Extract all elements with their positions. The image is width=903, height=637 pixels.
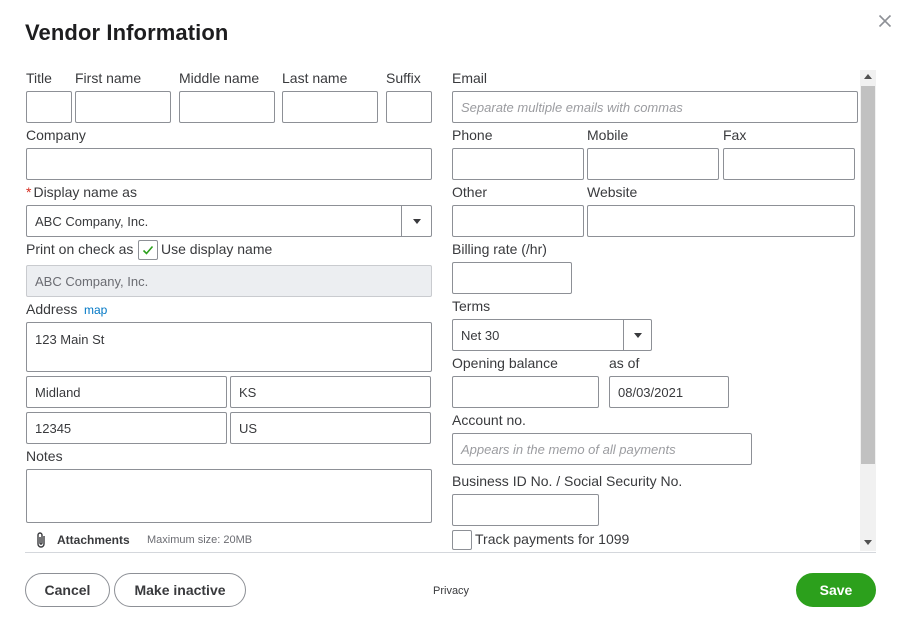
title-input[interactable] bbox=[26, 91, 72, 123]
street-address-input[interactable]: 123 Main St bbox=[26, 322, 432, 372]
map-link[interactable]: map bbox=[84, 303, 107, 317]
terms-value: Net 30 bbox=[461, 327, 500, 343]
track-1099-checkbox[interactable] bbox=[452, 530, 472, 550]
required-marker: * bbox=[26, 184, 32, 200]
dialog-title: Vendor Information bbox=[25, 20, 229, 45]
mobile-label: Mobile bbox=[587, 127, 629, 143]
phone-input[interactable] bbox=[452, 148, 584, 180]
print-on-check-label: Print on check as bbox=[26, 241, 134, 257]
email-input[interactable]: Separate multiple emails with commas bbox=[452, 91, 858, 123]
paperclip-icon[interactable] bbox=[35, 531, 47, 549]
chevron-down-icon[interactable] bbox=[401, 206, 431, 236]
as-of-date-input[interactable]: 08/03/2021 bbox=[609, 376, 729, 408]
account-no-input[interactable]: Appears in the memo of all payments bbox=[452, 433, 752, 465]
address-label: Address bbox=[26, 301, 78, 317]
billing-rate-input[interactable] bbox=[452, 262, 572, 294]
cancel-button[interactable]: Cancel bbox=[25, 573, 110, 607]
first-name-label: First name bbox=[75, 70, 142, 86]
other-input[interactable] bbox=[452, 205, 584, 237]
attachments-label[interactable]: Attachments bbox=[57, 533, 130, 547]
other-label: Other bbox=[452, 184, 488, 200]
email-label: Email bbox=[452, 70, 488, 86]
make-inactive-button[interactable]: Make inactive bbox=[114, 573, 246, 607]
state-input[interactable]: KS bbox=[230, 376, 431, 408]
footer-divider bbox=[25, 552, 876, 553]
terms-label: Terms bbox=[452, 298, 491, 314]
opening-balance-label: Opening balance bbox=[452, 355, 558, 371]
close-icon[interactable] bbox=[873, 9, 897, 33]
suffix-input[interactable] bbox=[386, 91, 432, 123]
business-id-input[interactable] bbox=[452, 494, 599, 526]
privacy-link[interactable]: Privacy bbox=[433, 585, 469, 597]
last-name-input[interactable] bbox=[282, 91, 378, 123]
fax-input[interactable] bbox=[723, 148, 855, 180]
country-input[interactable]: US bbox=[230, 412, 431, 444]
fax-label: Fax bbox=[723, 127, 747, 143]
use-display-name-checkbox[interactable] bbox=[138, 240, 158, 260]
use-display-name-label: Use display name bbox=[161, 241, 273, 257]
first-name-input[interactable] bbox=[75, 91, 171, 123]
terms-select[interactable]: Net 30 bbox=[452, 319, 652, 351]
title-label: Title bbox=[26, 70, 52, 86]
mobile-input[interactable] bbox=[587, 148, 719, 180]
track-1099-label: Track payments for 1099 bbox=[475, 531, 630, 547]
save-button[interactable]: Save bbox=[796, 573, 876, 607]
display-name-value: ABC Company, Inc. bbox=[35, 213, 149, 229]
suffix-label: Suffix bbox=[386, 70, 421, 86]
attachments-max-size: Maximum size: 20MB bbox=[147, 534, 253, 546]
notes-label: Notes bbox=[26, 448, 63, 464]
website-label: Website bbox=[587, 184, 638, 200]
notes-input[interactable] bbox=[26, 469, 432, 523]
check-icon bbox=[142, 245, 154, 255]
print-on-check-input: ABC Company, Inc. bbox=[26, 265, 432, 297]
city-input[interactable]: Midland bbox=[26, 376, 227, 408]
zip-input[interactable]: 12345 bbox=[26, 412, 227, 444]
website-input[interactable] bbox=[587, 205, 855, 237]
display-name-select[interactable]: ABC Company, Inc. bbox=[26, 205, 432, 237]
scroll-up-icon[interactable] bbox=[864, 74, 872, 79]
display-name-label: * Display name as bbox=[26, 184, 137, 200]
middle-name-input[interactable] bbox=[179, 91, 275, 123]
display-name-label-text: Display name as bbox=[33, 184, 137, 200]
phone-label: Phone bbox=[452, 127, 493, 143]
account-no-label: Account no. bbox=[452, 412, 526, 428]
company-label: Company bbox=[26, 127, 86, 143]
last-name-label: Last name bbox=[282, 70, 348, 86]
scrollbar-thumb[interactable] bbox=[861, 86, 875, 464]
as-of-label: as of bbox=[609, 355, 640, 371]
opening-balance-input[interactable] bbox=[452, 376, 599, 408]
scroll-down-icon[interactable] bbox=[864, 540, 872, 545]
billing-rate-label: Billing rate (/hr) bbox=[452, 241, 547, 257]
company-input[interactable] bbox=[26, 148, 432, 180]
middle-name-label: Middle name bbox=[179, 70, 260, 86]
chevron-down-icon[interactable] bbox=[623, 320, 651, 350]
business-id-label: Business ID No. / Social Security No. bbox=[452, 473, 683, 489]
